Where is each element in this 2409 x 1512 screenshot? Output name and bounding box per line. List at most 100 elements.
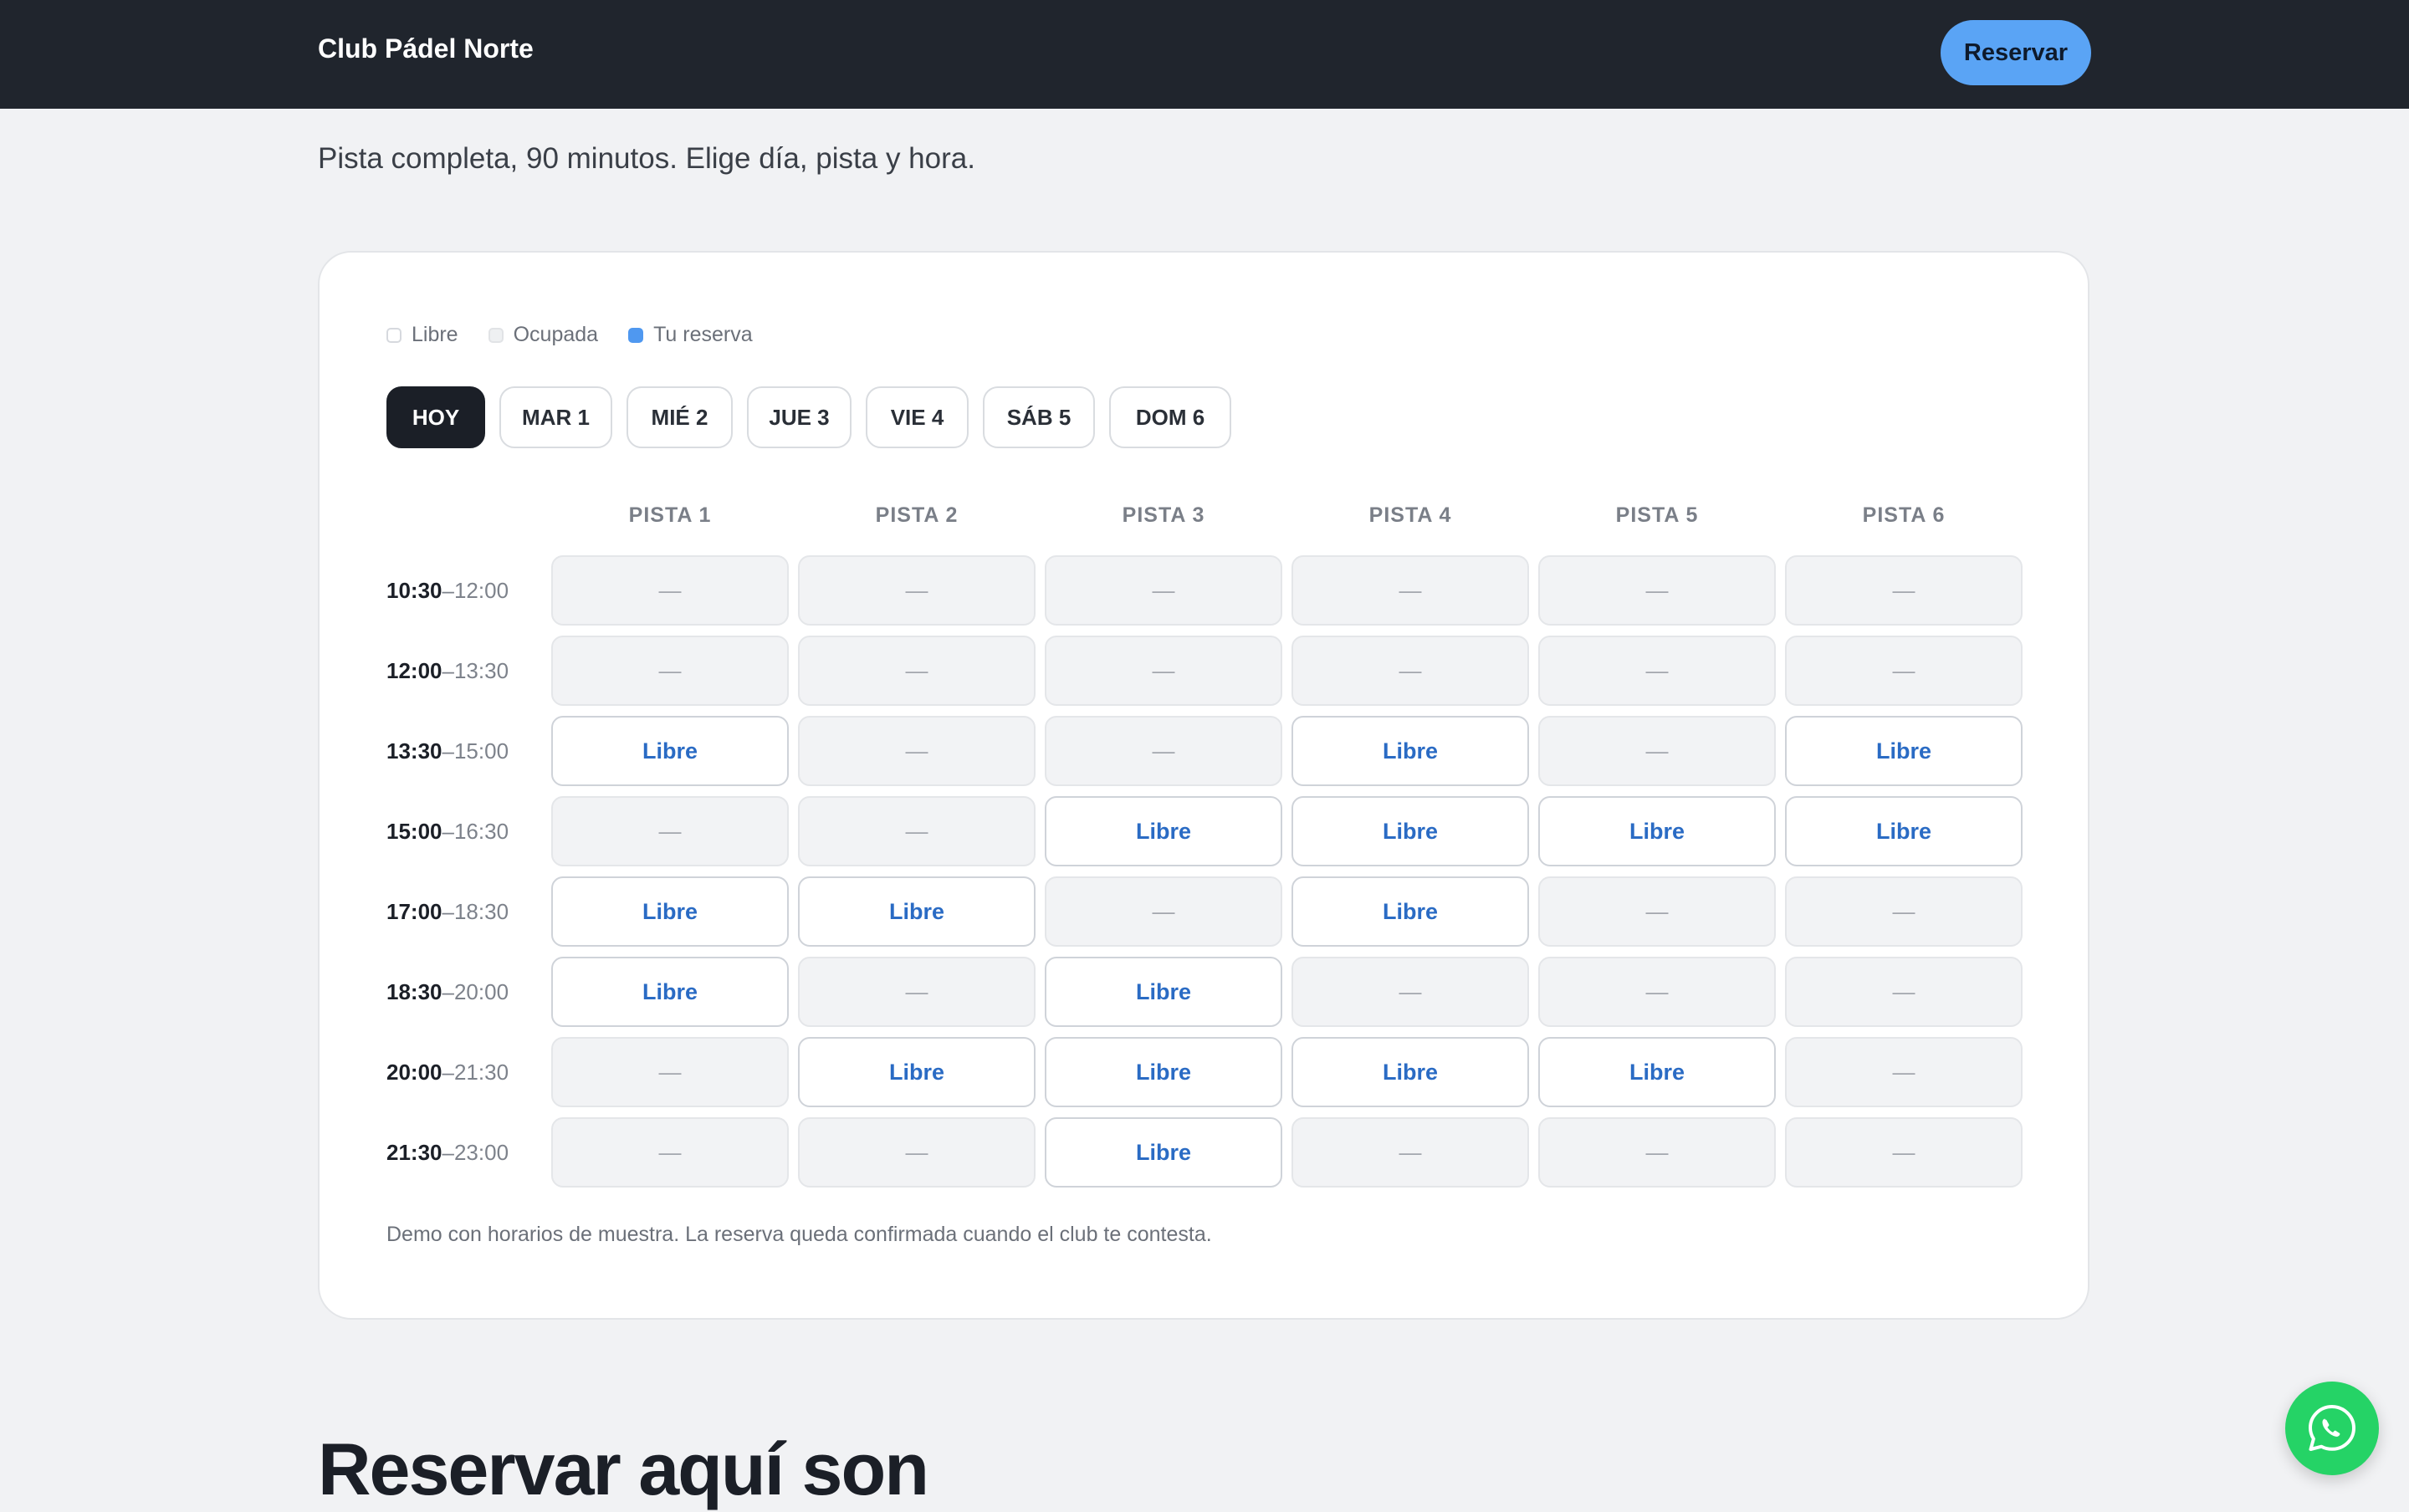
slot-busy: — bbox=[1785, 957, 2023, 1027]
slot-busy: — bbox=[1538, 716, 1776, 786]
slot-busy: — bbox=[1291, 636, 1529, 706]
slot-busy: — bbox=[1785, 876, 2023, 947]
slot-busy: — bbox=[1291, 555, 1529, 626]
court-slots: — — Libre — — — bbox=[551, 1117, 2023, 1188]
slot-free[interactable]: Libre bbox=[551, 716, 789, 786]
schedule-row: 12:00–13:30— — — — — — bbox=[386, 636, 2023, 706]
top-navbar: Club Pádel Norte Reservar bbox=[0, 0, 2409, 109]
schedule-grid: 10:30–12:00— — — — — —12:00–13:30— — — — — —13:30–… bbox=[386, 555, 2023, 1198]
slot-free[interactable]: Libre bbox=[1045, 1117, 1282, 1188]
time-end: –23:00 bbox=[442, 1139, 509, 1165]
slot-busy: — bbox=[1045, 555, 1282, 626]
slot-busy: — bbox=[798, 1117, 1036, 1188]
time-end: –18:30 bbox=[442, 898, 509, 924]
time-end: –15:00 bbox=[442, 738, 509, 764]
slot-busy: — bbox=[798, 636, 1036, 706]
time-slot-label: 10:30–12:00 bbox=[386, 578, 551, 604]
time-start: 12:00 bbox=[386, 657, 442, 683]
slot-busy: — bbox=[1538, 636, 1776, 706]
slot-busy: — bbox=[551, 1117, 789, 1188]
slot-busy: — bbox=[1785, 1037, 2023, 1107]
court-header: PISTA 1 bbox=[628, 503, 712, 527]
day-tab-mar-1[interactable]: MAR 1 bbox=[499, 386, 612, 448]
legend-label: Libre bbox=[412, 323, 458, 346]
slot-free[interactable]: Libre bbox=[1045, 796, 1282, 866]
court-header: PISTA 6 bbox=[1862, 503, 1946, 527]
slot-busy: — bbox=[798, 555, 1036, 626]
court-slots: — — — — — — bbox=[551, 636, 2023, 706]
slot-busy: — bbox=[1538, 876, 1776, 947]
day-tab-dom-6[interactable]: DOM 6 bbox=[1109, 386, 1231, 448]
slot-free[interactable]: Libre bbox=[1291, 796, 1529, 866]
slot-busy: — bbox=[1538, 957, 1776, 1027]
day-tab-sab-5[interactable]: SÁB 5 bbox=[983, 386, 1095, 448]
slot-free[interactable]: Libre bbox=[1291, 876, 1529, 947]
slot-busy: — bbox=[551, 796, 789, 866]
slot-busy: — bbox=[798, 957, 1036, 1027]
slot-free[interactable]: Libre bbox=[798, 876, 1036, 947]
slot-free[interactable]: Libre bbox=[1045, 957, 1282, 1027]
slot-busy: — bbox=[1045, 636, 1282, 706]
time-slot-label: 13:30–15:00 bbox=[386, 738, 551, 764]
time-end: –12:00 bbox=[442, 577, 509, 603]
slot-free[interactable]: Libre bbox=[1785, 716, 2023, 786]
slot-busy: — bbox=[551, 555, 789, 626]
legend: Libre Ocupada Tu reserva bbox=[386, 323, 753, 347]
slot-busy: — bbox=[1045, 716, 1282, 786]
slot-free[interactable]: Libre bbox=[798, 1037, 1036, 1107]
slot-free[interactable]: Libre bbox=[1538, 796, 1776, 866]
legend-swatch-free bbox=[386, 327, 402, 343]
court-header: PISTA 4 bbox=[1368, 503, 1452, 527]
schedule-row: 20:00–21:30— Libre Libre Libre Libre — bbox=[386, 1037, 2023, 1107]
slot-busy: — bbox=[798, 716, 1036, 786]
time-start: 15:00 bbox=[386, 818, 442, 844]
slot-busy: — bbox=[1785, 555, 2023, 626]
legend-item-free: Libre bbox=[386, 323, 458, 347]
court-slots: Libre Libre — Libre — — bbox=[551, 876, 2023, 947]
day-tab-jue-3[interactable]: JUE 3 bbox=[747, 386, 852, 448]
court-slots: — Libre Libre Libre Libre — bbox=[551, 1037, 2023, 1107]
court-slots: — — — — — — bbox=[551, 555, 2023, 626]
day-tab-hoy[interactable]: HOY bbox=[386, 386, 485, 448]
court-header: PISTA 2 bbox=[875, 503, 959, 527]
schedule-row: 10:30–12:00— — — — — — bbox=[386, 555, 2023, 626]
slot-busy: — bbox=[798, 796, 1036, 866]
schedule-row: 21:30–23:00 — — Libre — — — bbox=[386, 1117, 2023, 1188]
time-slot-label: 12:00–13:30 bbox=[386, 658, 551, 684]
slot-busy: — bbox=[1785, 636, 2023, 706]
slot-busy: — bbox=[551, 636, 789, 706]
time-slot-label: 20:00–21:30 bbox=[386, 1060, 551, 1085]
slot-free[interactable]: Libre bbox=[1538, 1037, 1776, 1107]
slot-busy: — bbox=[1538, 555, 1776, 626]
time-start: 18:30 bbox=[386, 978, 442, 1004]
slot-free[interactable]: Libre bbox=[1045, 1037, 1282, 1107]
legend-swatch-mine bbox=[628, 327, 644, 343]
day-tab-mie-2[interactable]: MIÉ 2 bbox=[627, 386, 733, 448]
time-end: –21:30 bbox=[442, 1059, 509, 1085]
time-slot-label: 17:00–18:30 bbox=[386, 899, 551, 925]
court-slots: Libre — Libre — — — bbox=[551, 957, 2023, 1027]
reserve-button[interactable]: Reservar bbox=[1941, 20, 2091, 85]
court-header: PISTA 3 bbox=[1122, 503, 1205, 527]
time-end: –16:30 bbox=[442, 818, 509, 844]
slot-free[interactable]: Libre bbox=[1291, 716, 1529, 786]
time-start: 17:00 bbox=[386, 898, 442, 924]
slot-busy: — bbox=[1538, 1117, 1776, 1188]
slot-free[interactable]: Libre bbox=[551, 876, 789, 947]
time-start: 13:30 bbox=[386, 738, 442, 764]
time-slot-label: 15:00–16:30 bbox=[386, 819, 551, 845]
legend-item-mine: Tu reserva bbox=[628, 323, 753, 347]
brand-name[interactable]: Club Pádel Norte bbox=[318, 33, 534, 64]
slot-busy: — bbox=[1291, 1117, 1529, 1188]
whatsapp-button[interactable] bbox=[2285, 1382, 2379, 1475]
time-start: 21:30 bbox=[386, 1139, 442, 1165]
slot-free[interactable]: Libre bbox=[551, 957, 789, 1027]
day-tab-vie-4[interactable]: VIE 4 bbox=[866, 386, 969, 448]
schedule-row: 15:00–16:30— — Libre Libre Libre Libre bbox=[386, 796, 2023, 866]
slot-free[interactable]: Libre bbox=[1785, 796, 2023, 866]
court-header: PISTA 5 bbox=[1615, 503, 1699, 527]
time-end: –13:30 bbox=[442, 657, 509, 683]
schedule-row: 17:00–18:30 Libre Libre — Libre — — bbox=[386, 876, 2023, 947]
slot-free[interactable]: Libre bbox=[1291, 1037, 1529, 1107]
day-tabs: HOY MAR 1 MIÉ 2 JUE 3 VIE 4 SÁB 5 DOM 6 bbox=[386, 386, 1231, 448]
